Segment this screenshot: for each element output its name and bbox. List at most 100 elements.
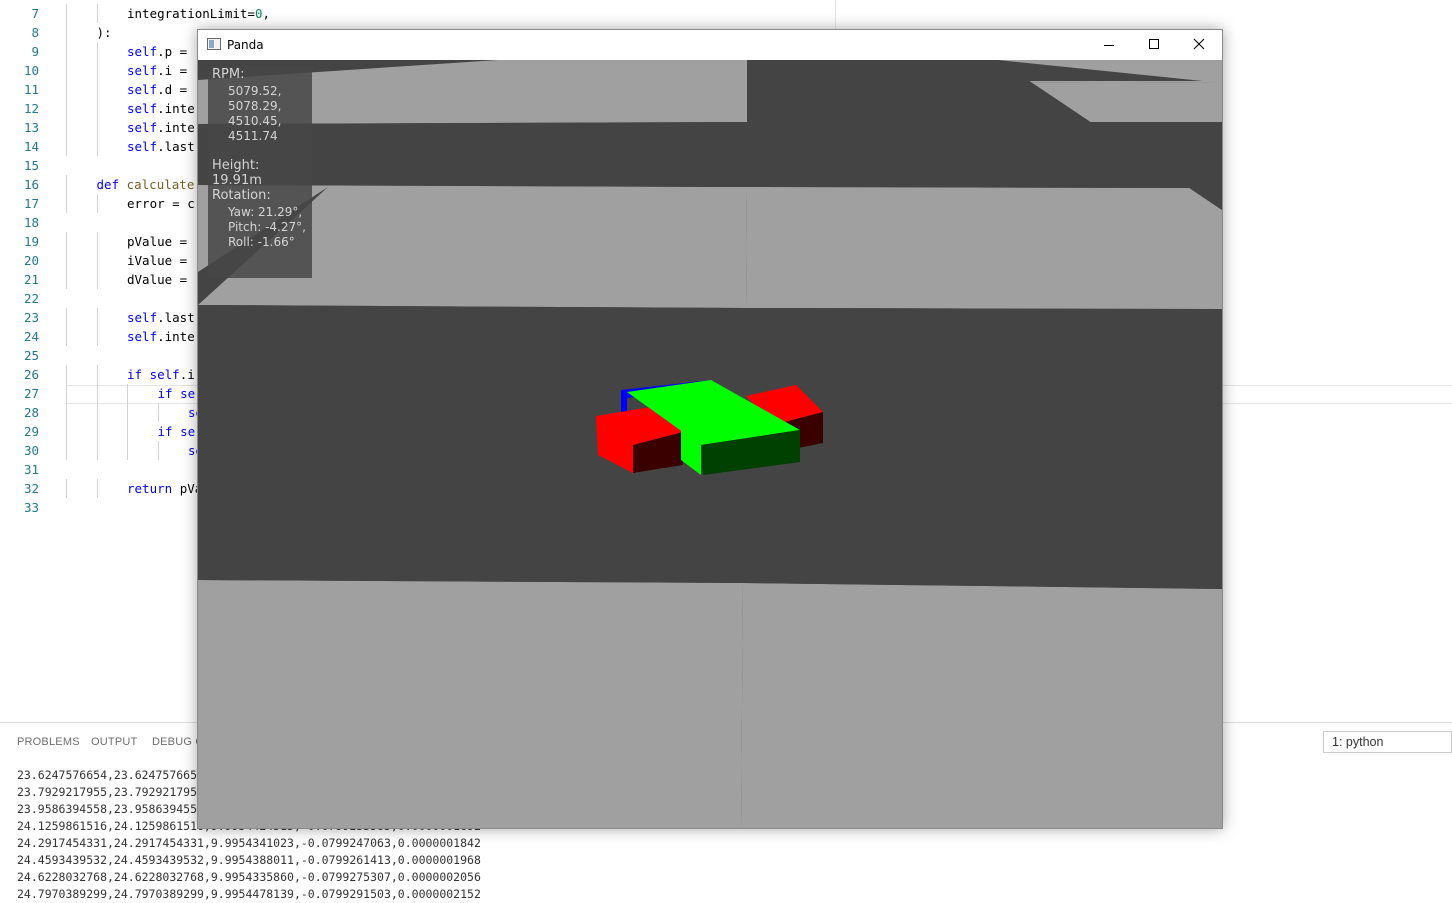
code-text: error = c — [127, 194, 195, 213]
window-titlebar[interactable]: Panda — [198, 30, 1222, 60]
yaw-readout: Yaw: 21.29°, — [228, 205, 303, 219]
3d-viewport[interactable]: RPM: 5079.52, 5078.29, 4510.45, 4511.74 … — [198, 60, 1222, 828]
window-title: Panda — [227, 38, 264, 52]
code-text: iValue = — [127, 251, 195, 270]
roll-readout: Roll: -1.66° — [228, 235, 295, 249]
rotation-label: Rotation: — [212, 188, 271, 203]
indent-guide — [96, 4, 98, 23]
indent-guide — [66, 270, 67, 289]
indent-guide — [66, 99, 67, 118]
indent-guide — [157, 441, 159, 460]
code-token: if — [127, 367, 150, 382]
minimize-icon — [1104, 45, 1114, 46]
indent-guide — [66, 384, 67, 403]
code-text: if se — [158, 422, 196, 441]
close-icon — [1193, 38, 1205, 50]
code-token: return — [127, 481, 180, 496]
code-token: .d = — [157, 82, 195, 97]
line-number: 24 — [23, 329, 39, 344]
line-number: 11 — [23, 82, 39, 97]
code-token: self — [127, 101, 158, 116]
height-readout: Height: 19.91m — [212, 158, 262, 188]
code-token: se — [180, 386, 196, 401]
line-number: 30 — [23, 443, 39, 458]
maximize-button[interactable] — [1131, 30, 1177, 60]
output-line: 24.4593439532,24.4593439532,9.9954388011… — [17, 853, 481, 867]
code-token: .last — [157, 310, 195, 325]
line-number: 31 — [23, 462, 39, 477]
panda-window[interactable]: Panda RPM: 5079.52, 5078.29, 4510.45, 45… — [197, 29, 1223, 829]
indent-guide — [96, 42, 98, 61]
line-number: 7 — [31, 6, 39, 21]
indent-guide — [127, 441, 128, 460]
line-number: 10 — [23, 63, 39, 78]
tab-output[interactable]: OUTPUT — [91, 736, 137, 748]
code-token: self — [127, 44, 158, 59]
tab-debug-console[interactable]: DEBUG C — [152, 736, 204, 748]
code-token: .inte — [157, 101, 195, 116]
code-text: def calculate — [97, 175, 195, 194]
line-number: 17 — [23, 196, 39, 211]
code-token: se — [180, 424, 196, 439]
indent-guide — [66, 327, 67, 346]
line-number: 20 — [23, 253, 39, 268]
code-text: if self.i — [127, 365, 195, 384]
indent-guide — [96, 99, 98, 118]
indent-guide — [96, 441, 98, 460]
code-text: self.inte — [127, 118, 195, 137]
line-number: 18 — [23, 215, 39, 230]
code-token: dValue = — [127, 272, 195, 287]
indent-guide — [96, 479, 98, 498]
line-number: 19 — [23, 234, 39, 249]
indent-guide — [96, 308, 98, 327]
indent-guide — [96, 61, 98, 80]
code-token: .i — [179, 367, 195, 382]
code-token: self — [127, 82, 158, 97]
line-number: 14 — [23, 139, 39, 154]
tab-problems[interactable]: PROBLEMS — [17, 736, 80, 748]
code-token: self — [127, 120, 158, 135]
indent-guide — [157, 403, 159, 422]
close-button[interactable] — [1176, 30, 1222, 60]
indent-guide — [96, 403, 98, 422]
code-text: integrationLimit=0, — [127, 4, 270, 23]
line-number: 25 — [23, 348, 39, 363]
app-icon — [207, 38, 221, 50]
line-number: 28 — [23, 405, 39, 420]
code-token: pValue = — [127, 234, 195, 249]
output-line: 23.9586394558,23.958639455 — [17, 802, 198, 816]
indent-guide — [66, 4, 67, 23]
code-token: iValue = — [127, 253, 195, 268]
line-number: 26 — [23, 367, 39, 382]
code-token: integrationLimit= — [127, 6, 255, 21]
minimize-button[interactable] — [1086, 30, 1132, 60]
code-token: self — [127, 329, 158, 344]
output-line: 24.2917454331,24.2917454331,9.9954341023… — [17, 836, 481, 850]
line-number: 16 — [23, 177, 39, 192]
code-text: if se — [158, 384, 196, 403]
indent-guide — [96, 118, 98, 137]
code-token: if — [157, 424, 181, 439]
telemetry-hud: RPM: 5079.52, 5078.29, 4510.45, 4511.74 … — [208, 66, 312, 278]
indent-guide — [96, 270, 98, 289]
indent-guide — [66, 80, 67, 99]
rpm-value: 4511.74 — [228, 129, 278, 143]
indent-guide — [66, 61, 67, 80]
indent-guide — [66, 118, 67, 137]
code-token: if — [157, 386, 181, 401]
indent-guide — [96, 365, 98, 384]
indent-guide — [96, 251, 98, 270]
code-text: return pVa — [127, 479, 202, 498]
code-text: self.p = — [127, 42, 195, 61]
code-token: .inte — [157, 120, 195, 135]
line-number: 21 — [23, 272, 39, 287]
code-text: self.inte — [127, 99, 195, 118]
indent-guide — [127, 422, 128, 441]
indent-guide — [127, 384, 128, 403]
terminal-select[interactable]: 1: python — [1323, 731, 1452, 753]
rpm-value: 5078.29, — [228, 99, 282, 113]
drone-model — [596, 380, 823, 475]
code-line: 7 integrationLimit=0, — [0, 4, 1452, 23]
indent-guide — [96, 422, 98, 441]
indent-guide — [127, 403, 128, 422]
